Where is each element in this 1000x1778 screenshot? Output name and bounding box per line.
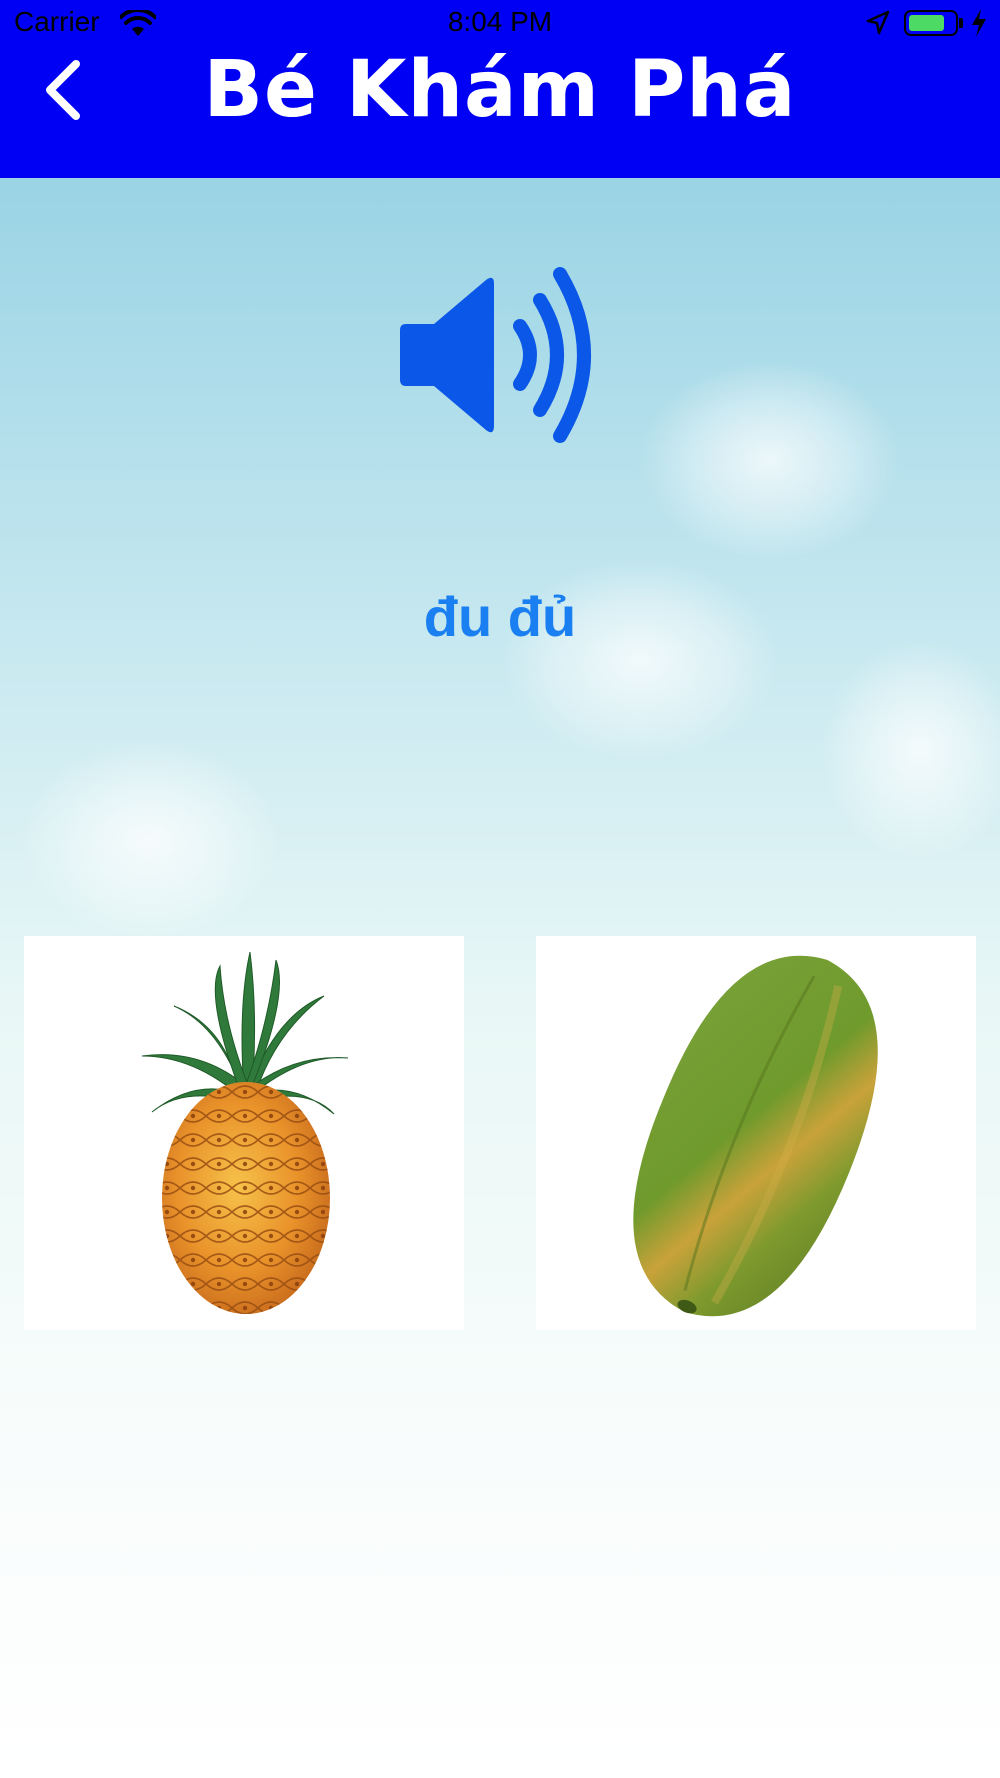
choice-card-papaya[interactable] [536,936,976,1330]
battery-icon [904,10,958,36]
charging-bolt-icon [972,9,986,37]
cloud-decoration [20,740,280,940]
battery-cap [959,18,963,28]
status-time: 8:04 PM [447,6,553,37]
page-title: Bé Khám Phá [203,45,797,135]
cloud-decoration [640,360,900,560]
app-screen: Bé Khám Phá Carrier 8:04 PM đu đủ [0,0,1000,1778]
play-sound-button[interactable] [390,260,610,450]
battery-level-fill [909,15,944,31]
choice-card-pineapple[interactable] [24,936,464,1330]
location-arrow-icon [866,10,890,35]
papaya-image [633,955,878,1317]
speaker-volume-icon [400,267,591,443]
pineapple-image [141,951,349,1314]
word-label: đu đủ [423,585,577,648]
status-bar: Carrier 8:04 PM [0,0,1000,48]
